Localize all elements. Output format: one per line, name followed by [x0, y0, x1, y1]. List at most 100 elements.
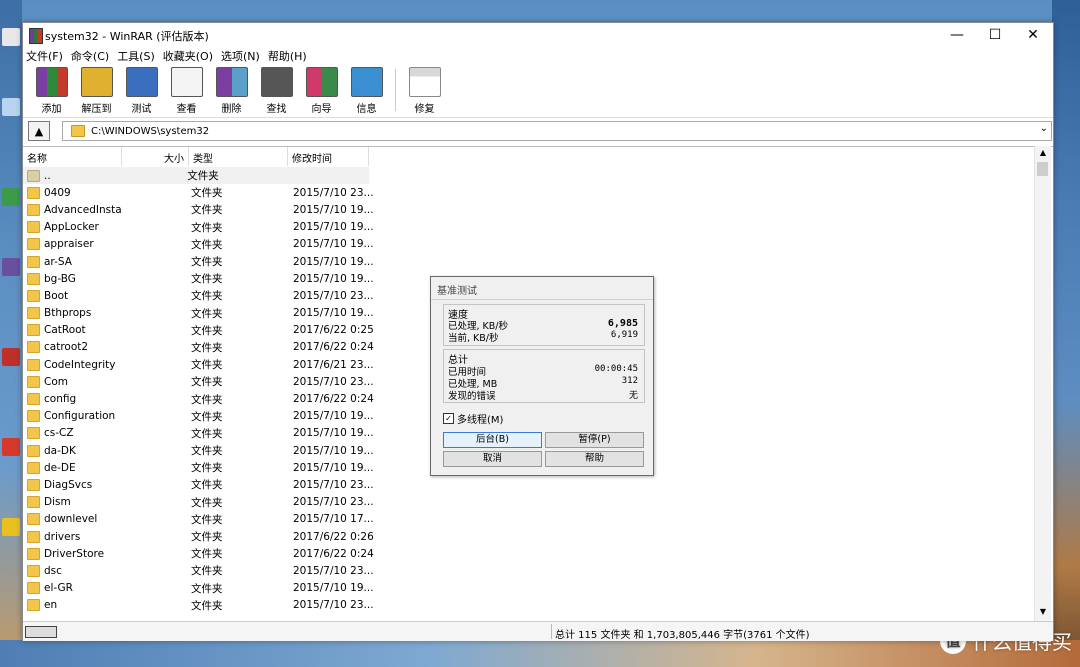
file-modified: 2015/7/10 19...	[293, 461, 374, 474]
table-row[interactable]: catroot2 文件夹 2017/6/22 0:24	[23, 339, 377, 356]
table-row[interactable]: de-DE 文件夹 2015/7/10 19...	[23, 459, 377, 476]
file-name: catroot2	[44, 341, 89, 354]
find-button[interactable]: 查找	[254, 65, 299, 115]
table-row[interactable]: dsc 文件夹 2015/7/10 23...	[23, 562, 377, 579]
menu-file[interactable]: 文件(F)	[23, 47, 68, 65]
column-type[interactable]: 类型	[189, 147, 288, 166]
table-row[interactable]: downlevel 文件夹 2015/7/10 17...	[23, 511, 377, 528]
file-modified: 2015/7/10 23...	[293, 599, 374, 612]
desktop-shortcut-icon[interactable]	[2, 28, 20, 46]
desktop-shortcut-icon[interactable]	[2, 438, 20, 456]
multithread-checkbox[interactable]: ✓ 多线程(M)	[443, 411, 503, 426]
extract-to-button[interactable]: 解压到	[74, 65, 119, 115]
benchmark-dialog: 基准测试 速度 已处理, KB/秒 6,985 当前, KB/秒 6,919 总…	[430, 276, 654, 476]
file-name: Dism	[44, 496, 71, 509]
table-row[interactable]: ar-SA 文件夹 2015/7/10 19...	[23, 253, 377, 270]
folder-icon	[27, 478, 40, 491]
column-name[interactable]: 名称 ^	[23, 147, 122, 166]
column-size[interactable]: 大小	[122, 147, 189, 166]
path-combobox[interactable]: C:\WINDOWS\system32 ⌄	[62, 121, 1052, 141]
table-row[interactable]: DiagSvcs 文件夹 2015/7/10 23...	[23, 476, 377, 493]
background-button[interactable]: 后台(B)	[443, 432, 542, 448]
table-row[interactable]: bg-BG 文件夹 2015/7/10 19...	[23, 270, 377, 287]
extract-to-icon	[80, 67, 113, 97]
desktop-shortcut-icon[interactable]	[2, 98, 20, 116]
table-row[interactable]: Com 文件夹 2015/7/10 23...	[23, 373, 377, 390]
table-row[interactable]: 0409 文件夹 2015/7/10 23...	[23, 184, 377, 201]
delete-label: 删除	[221, 104, 242, 115]
cell-name: dsc	[23, 564, 121, 577]
table-row[interactable]: Dism 文件夹 2015/7/10 23...	[23, 494, 377, 511]
menu-help[interactable]: 帮助(H)	[265, 47, 312, 65]
folder-icon	[27, 169, 40, 182]
file-modified: 2015/7/10 19...	[293, 410, 374, 423]
vertical-scrollbar[interactable]: ▲ ▼	[1034, 146, 1051, 621]
scroll-down-icon[interactable]: ▼	[1035, 607, 1051, 619]
table-row[interactable]: appraiser 文件夹 2015/7/10 19...	[23, 236, 377, 253]
table-row[interactable]: CodeIntegrity 文件夹 2017/6/21 23...	[23, 356, 377, 373]
cancel-button[interactable]: 取消	[443, 451, 542, 467]
column-modified[interactable]: 修改时间	[288, 147, 369, 166]
column-header: 名称 ^ 大小 类型 修改时间	[23, 147, 369, 166]
scroll-thumb[interactable]	[1037, 162, 1048, 176]
delete-button[interactable]: 删除	[209, 65, 254, 115]
toolbar: 添加 解压到 测试 查看 删除 查找 向导 信息 修复	[23, 65, 1053, 118]
file-type: 文件夹	[191, 341, 223, 354]
scroll-up-icon[interactable]: ▲	[1035, 148, 1051, 160]
desktop-shortcut-icon[interactable]	[2, 258, 20, 276]
info-button[interactable]: 信息	[344, 65, 389, 115]
table-row[interactable]: cs-CZ 文件夹 2015/7/10 19...	[23, 425, 377, 442]
file-type: 文件夹	[191, 496, 223, 509]
desktop-shortcut-icon[interactable]	[2, 518, 20, 536]
close-button[interactable]: ✕	[1014, 23, 1052, 47]
pause-button[interactable]: 暂停(P)	[545, 432, 644, 448]
file-type: 文件夹	[191, 256, 223, 269]
desktop-shortcut-icon[interactable]	[2, 188, 20, 206]
file-type: 文件夹	[191, 273, 223, 286]
folder-icon	[27, 513, 40, 526]
parent-folder-row[interactable]: .. 文件夹	[23, 167, 369, 185]
title-bar[interactable]: system32 - WinRAR (评估版本) — ☐ ✕	[23, 23, 1053, 47]
view-label: 查看	[176, 104, 197, 115]
key-drive-icon	[25, 626, 57, 638]
menu-tools[interactable]: 工具(S)	[114, 47, 160, 65]
file-name: AppLocker	[44, 221, 99, 234]
minimize-button[interactable]: —	[938, 23, 976, 47]
cell-name: Configuration	[23, 410, 121, 423]
table-row[interactable]: AppLocker 文件夹 2015/7/10 19...	[23, 219, 377, 236]
table-row[interactable]: en 文件夹 2015/7/10 23...	[23, 597, 377, 614]
table-row[interactable]: AdvancedInsta... 文件夹 2015/7/10 19...	[23, 201, 377, 218]
file-name: Bthprops	[44, 307, 92, 320]
table-row[interactable]: config 文件夹 2017/6/22 0:24	[23, 390, 377, 407]
test-icon	[125, 67, 158, 97]
up-folder-button[interactable]: ▲	[28, 121, 50, 141]
wizard-button[interactable]: 向导	[299, 65, 344, 115]
file-type: 文件夹	[191, 513, 223, 526]
test-button[interactable]: 测试	[119, 65, 164, 115]
table-row[interactable]: el-GR 文件夹 2015/7/10 19...	[23, 580, 377, 597]
help-button[interactable]: 帮助	[545, 451, 644, 467]
table-row[interactable]: Configuration 文件夹 2015/7/10 19...	[23, 408, 377, 425]
table-row[interactable]: drivers 文件夹 2017/6/22 0:26	[23, 528, 377, 545]
file-modified: 2015/7/10 23...	[293, 564, 374, 577]
maximize-button[interactable]: ☐	[976, 23, 1014, 47]
table-row[interactable]: Bthprops 文件夹 2015/7/10 19...	[23, 305, 377, 322]
cell-name: da-DK	[23, 444, 121, 457]
repair-button[interactable]: 修复	[402, 65, 447, 115]
winrar-app-icon[interactable]	[29, 28, 43, 44]
desktop-shortcut-icon[interactable]	[2, 348, 20, 366]
menu-favorites[interactable]: 收藏夹(O)	[160, 47, 218, 65]
repair-label: 修复	[414, 104, 435, 115]
folder-icon	[27, 599, 40, 612]
table-row[interactable]: Boot 文件夹 2015/7/10 23...	[23, 287, 377, 304]
menu-commands[interactable]: 命令(C)	[68, 47, 114, 65]
chevron-down-icon[interactable]: ⌄	[1040, 123, 1048, 134]
table-row[interactable]: DriverStore 文件夹 2017/6/22 0:24	[23, 545, 377, 562]
table-row[interactable]: da-DK 文件夹 2015/7/10 19...	[23, 442, 377, 459]
table-row[interactable]: CatRoot 文件夹 2017/6/22 0:25	[23, 322, 377, 339]
add-button[interactable]: 添加	[29, 65, 74, 115]
view-button[interactable]: 查看	[164, 65, 209, 115]
dialog-title-bar[interactable]: 基准测试	[431, 277, 653, 300]
file-type: 文件夹	[191, 410, 223, 423]
menu-options[interactable]: 选项(N)	[218, 47, 265, 65]
